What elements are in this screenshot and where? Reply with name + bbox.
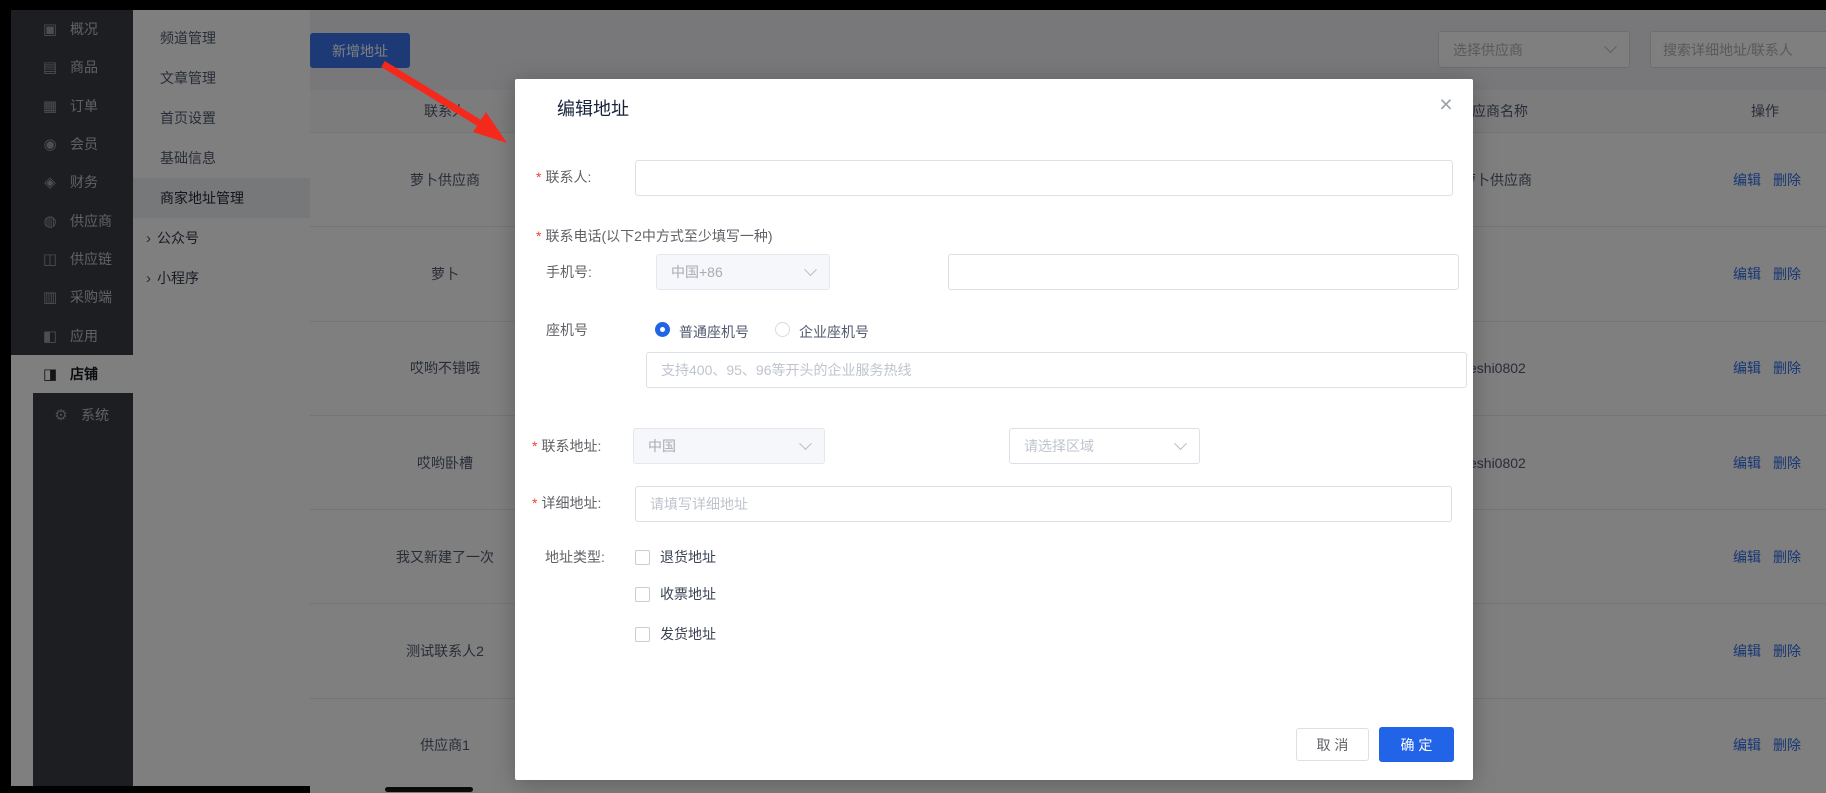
- app-screen: ▣ 概况 ▤ 商品 ▦ 订单 ◉ 会员 ◈ 财务 ◍ 供应商: [0, 0, 1826, 793]
- detail-address-label: * 详细地址:: [532, 495, 602, 511]
- region-placeholder: 请选择区域: [1024, 438, 1094, 454]
- country-code-select[interactable]: 中国+86: [656, 254, 830, 290]
- checkbox-shipping-address[interactable]: 发货地址: [635, 624, 716, 644]
- checkbox-return-address[interactable]: 退货地址: [635, 547, 716, 567]
- modal-title: 编辑地址: [557, 99, 629, 119]
- chevron-down-icon: [1174, 436, 1187, 450]
- country-select[interactable]: 中国: [633, 428, 825, 464]
- edit-address-modal: 编辑地址 × * 联系人: * 联系电话(以下2中方式至少填写一种) 手机号: 中国…: [515, 79, 1473, 780]
- country-value: 中国: [648, 438, 676, 454]
- checkbox-icon: [635, 626, 650, 642]
- country-code-value: 中国+86: [671, 264, 723, 280]
- close-icon[interactable]: ×: [1433, 91, 1459, 117]
- radio-normal-landline-label[interactable]: 普通座机号: [679, 322, 749, 342]
- detail-address-input[interactable]: [635, 486, 1452, 522]
- phone-section-label: * 联系电话(以下2中方式至少填写一种): [536, 228, 773, 244]
- mobile-label: 手机号:: [546, 264, 592, 280]
- required-asterisk: *: [532, 495, 538, 511]
- contact-address-label: * 联系地址:: [532, 438, 602, 454]
- mobile-number-input[interactable]: [948, 254, 1459, 290]
- required-asterisk: *: [536, 228, 542, 244]
- confirm-button[interactable]: 确 定: [1379, 727, 1454, 762]
- chevron-down-icon: [804, 262, 817, 276]
- checkbox-label: 退货地址: [660, 549, 716, 565]
- contact-name-input[interactable]: [635, 160, 1453, 196]
- required-asterisk: *: [532, 438, 538, 454]
- landline-number-input[interactable]: [646, 352, 1467, 388]
- radio-enterprise-landline[interactable]: [775, 322, 790, 337]
- address-type-label: 地址类型:: [545, 549, 605, 565]
- required-asterisk: *: [536, 169, 542, 185]
- checkbox-invoice-address[interactable]: 收票地址: [635, 584, 716, 604]
- region-select[interactable]: 请选择区域: [1009, 428, 1200, 464]
- radio-normal-landline[interactable]: [655, 322, 670, 337]
- checkbox-label: 发货地址: [660, 626, 716, 642]
- cancel-button[interactable]: 取 消: [1296, 728, 1369, 761]
- radio-enterprise-landline-label[interactable]: 企业座机号: [799, 322, 869, 342]
- checkbox-icon: [635, 549, 650, 565]
- checkbox-label: 收票地址: [660, 586, 716, 602]
- contact-name-label: * 联系人:: [536, 169, 592, 185]
- checkbox-icon: [635, 586, 650, 602]
- chevron-down-icon: [799, 436, 812, 450]
- landline-label: 座机号: [546, 322, 588, 338]
